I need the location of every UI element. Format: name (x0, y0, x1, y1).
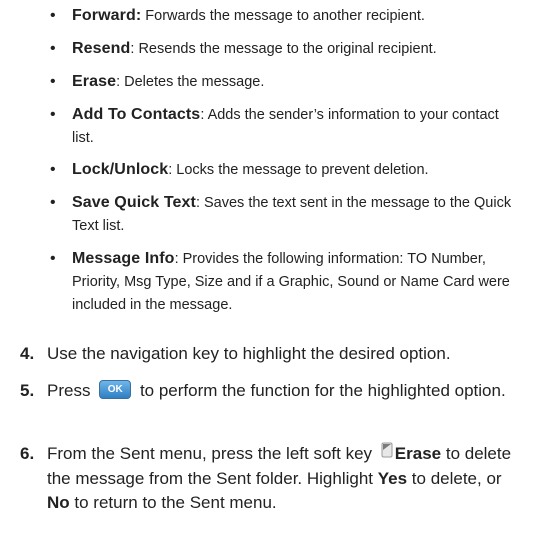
bullet-dot: • (50, 161, 56, 178)
step-number: 5. (20, 381, 35, 400)
bullet-resend: • Resend: Resends the message to the ori… (50, 37, 512, 61)
step-6: 6. From the Sent menu, press the left so… (20, 442, 520, 515)
erase-key-label: Erase (394, 444, 442, 463)
bullet-term: Erase (72, 73, 117, 90)
bullet-dot: • (50, 250, 56, 267)
bullet-desc: : Locks the message to prevent deletion. (168, 162, 429, 178)
no-label: No (47, 492, 70, 512)
bullet-term: Resend (72, 40, 131, 57)
left-soft-key-icon (381, 441, 393, 465)
bullet-dot: • (50, 7, 56, 24)
bullet-erase: • Erase: Deletes the message. (50, 70, 512, 94)
bullet-desc: : Deletes the message. (116, 74, 265, 90)
step-text-a: From the Sent menu, press the left soft … (47, 444, 373, 463)
step-text-post: to perform the function for the highligh… (139, 381, 506, 400)
step-4: 4. Use the navigation key to highlight t… (20, 342, 520, 366)
bullet-add-to-contacts: • Add To Contacts: Adds the sender’s inf… (50, 103, 512, 150)
bullet-dot: • (50, 40, 56, 57)
bullet-desc: : Resends the message to the original re… (130, 41, 437, 57)
ok-key-icon: OK (99, 380, 132, 400)
bullet-dot: • (50, 73, 56, 90)
step-text: Use the navigation key to highlight the … (47, 344, 451, 363)
bullet-save-quick-text: • Save Quick Text: Saves the text sent i… (50, 191, 512, 238)
bullet-desc: Forwards the message to another recipien… (141, 8, 425, 24)
step-number: 6. (20, 444, 35, 463)
step-text: Press OK to perform the function for the… (47, 379, 520, 403)
step-text-c: to delete, or (411, 468, 502, 488)
step-5: 5. Press OK to perform the function for … (20, 379, 520, 403)
bullet-term: Lock/Unlock (72, 161, 169, 178)
step-text-pre: Press (47, 381, 91, 400)
bullet-forward: • Forward: Forwards the message to anoth… (50, 4, 512, 28)
bullet-term: Save Quick Text (72, 194, 196, 211)
bullet-term: Message Info (72, 250, 175, 267)
bullet-lock-unlock: • Lock/Unlock: Locks the message to prev… (50, 158, 512, 182)
bullet-term: Forward: (72, 7, 142, 24)
step-number: 4. (20, 344, 35, 363)
step-text-d: to return to the Sent menu. (74, 492, 277, 512)
bullet-dot: • (50, 106, 56, 123)
bullet-term: Add To Contacts (72, 106, 201, 123)
yes-label: Yes (377, 468, 408, 488)
step-text: From the Sent menu, press the left soft … (47, 442, 520, 515)
bullet-message-info: • Message Info: Provides the following i… (50, 247, 512, 317)
bullet-dot: • (50, 194, 56, 211)
